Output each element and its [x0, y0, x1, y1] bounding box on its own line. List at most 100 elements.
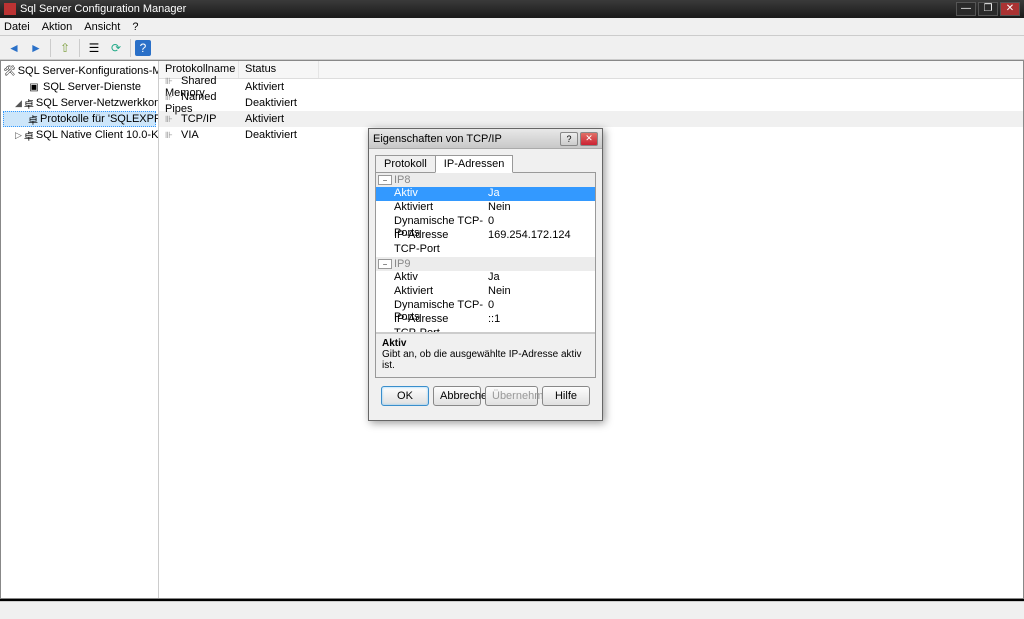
prop-value[interactable]: Ja [486, 271, 595, 285]
prop-value[interactable]: 169.254.172.124 [486, 229, 595, 243]
expand-icon[interactable]: ▷ [15, 130, 22, 141]
prop-value[interactable]: 0 [486, 299, 595, 313]
prop-ip-adresse[interactable]: IP-Adresse::1 [376, 313, 595, 327]
tree-native-label: SQL Native Client 10.0-Konfiguration [36, 129, 159, 141]
desc-title: Aktiv [382, 338, 589, 349]
tree-netconf-label: SQL Server-Netzwerkkonfiguration [36, 97, 159, 109]
prop-key: TCP-Port [376, 243, 486, 257]
protocol-icon: ⊪ [165, 76, 179, 87]
menu-datei[interactable]: Datei [4, 21, 30, 33]
apply-button[interactable]: Übernehmen [485, 386, 538, 406]
prop-value[interactable]: Nein [486, 285, 595, 299]
menubar: Datei Aktion Ansicht ? [0, 18, 1024, 36]
tab-ip-adressen[interactable]: IP-Adressen [435, 155, 514, 173]
tree-netconf[interactable]: ◢卓SQL Server-Netzwerkkonfiguration [3, 95, 156, 111]
group-label: IP8 [394, 174, 411, 186]
tree-protocols-label: Protokolle für 'SQLEXPRESS' [40, 113, 159, 125]
menu-help[interactable]: ? [132, 21, 138, 33]
prop-key: Aktiviert [376, 201, 486, 215]
collapse-icon[interactable]: ◢ [15, 98, 22, 109]
collapse-icon[interactable]: − [378, 259, 392, 269]
prop-key: IP-Adresse [376, 313, 486, 327]
prop-tcp-port[interactable]: TCP-Port [376, 243, 595, 257]
dialog-titlebar[interactable]: Eigenschaften von TCP/IP ? ✕ [369, 129, 602, 149]
tree-panel: 🛠SQL Server-Konfigurations-Manager (Loka… [1, 61, 159, 598]
prop-key: Dynamische TCP-Ports [376, 215, 486, 229]
dialog-buttons: OK Abbrechen Übernehmen Hilfe [375, 378, 596, 414]
prop-value[interactable] [486, 327, 595, 333]
list-header: Protokollname Status [159, 61, 1023, 79]
tree-protocols[interactable]: 卓Protokolle für 'SQLEXPRESS' [3, 111, 156, 127]
prop-value[interactable] [486, 243, 595, 257]
prop-key: Aktiv [376, 187, 486, 201]
cell-status: Deaktiviert [239, 128, 319, 142]
forward-button[interactable]: ► [26, 38, 46, 58]
cell-status: Aktiviert [239, 80, 319, 94]
toolbar-separator [130, 39, 131, 57]
prop-aktiv[interactable]: AktivJa [376, 187, 595, 201]
property-grid[interactable]: −IP8 AktivJa AktiviertNein Dynamische TC… [376, 173, 595, 333]
help-button[interactable]: Hilfe [542, 386, 590, 406]
dialog-close-button[interactable]: ✕ [580, 132, 598, 146]
prop-value[interactable]: Ja [486, 187, 595, 201]
menu-ansicht[interactable]: Ansicht [84, 21, 120, 33]
tree-services-label: SQL Server-Dienste [43, 81, 141, 93]
manager-icon: 🛠 [3, 64, 16, 78]
cell-name: VIA [181, 129, 199, 141]
prop-key: TCP-Port [376, 327, 486, 333]
collapse-icon[interactable]: − [378, 175, 392, 185]
properties-button[interactable]: ☰ [84, 38, 104, 58]
native-client-icon: 卓 [24, 128, 34, 142]
menu-aktion[interactable]: Aktion [42, 21, 73, 33]
prop-tcp-port[interactable]: TCP-Port [376, 327, 595, 333]
close-button[interactable]: ✕ [1000, 2, 1020, 16]
prop-key: IP-Adresse [376, 229, 486, 243]
dialog-title: Eigenschaften von TCP/IP [373, 133, 558, 145]
cell-name: TCP/IP [181, 113, 216, 125]
protocol-icon: ⊪ [165, 130, 179, 141]
protocols-icon: 卓 [28, 112, 38, 126]
group-label: IP9 [394, 258, 411, 270]
group-ip9[interactable]: −IP9 [376, 257, 595, 271]
dialog-help-button[interactable]: ? [560, 132, 578, 146]
prop-key: Aktiviert [376, 285, 486, 299]
desc-text: Gibt an, ob die ausgewählte IP-Adresse a… [382, 349, 589, 371]
prop-aktiv[interactable]: AktivJa [376, 271, 595, 285]
protocol-icon: ⊪ [165, 92, 179, 103]
tab-protokoll[interactable]: Protokoll [375, 155, 436, 173]
up-button[interactable]: ⇧ [55, 38, 75, 58]
tcpip-properties-dialog: Eigenschaften von TCP/IP ? ✕ Protokoll I… [368, 128, 603, 421]
prop-dyn-ports[interactable]: Dynamische TCP-Ports0 [376, 215, 595, 229]
list-row-shared-memory[interactable]: ⊪Shared MemoryAktiviert [159, 79, 1023, 95]
prop-value[interactable]: 0 [486, 215, 595, 229]
statusbar [0, 601, 1024, 619]
prop-ip-adresse[interactable]: IP-Adresse169.254.172.124 [376, 229, 595, 243]
help-button[interactable]: ? [135, 40, 151, 56]
network-icon: 卓 [24, 96, 34, 110]
prop-aktiviert[interactable]: AktiviertNein [376, 285, 595, 299]
tree-native-client[interactable]: ▷卓SQL Native Client 10.0-Konfiguration [3, 127, 156, 143]
ok-button[interactable]: OK [381, 386, 429, 406]
toolbar: ◄ ► ⇧ ☰ ⟳ ? [0, 36, 1024, 60]
minimize-button[interactable]: — [956, 2, 976, 16]
list-row-tcpip[interactable]: ⊪TCP/IPAktiviert [159, 111, 1023, 127]
cell-status: Deaktiviert [239, 96, 319, 110]
group-ip8[interactable]: −IP8 [376, 173, 595, 187]
maximize-button[interactable]: ❐ [978, 2, 998, 16]
col-status[interactable]: Status [239, 61, 319, 78]
tree-services[interactable]: ▣SQL Server-Dienste [3, 79, 156, 95]
back-button[interactable]: ◄ [4, 38, 24, 58]
prop-value[interactable]: Nein [486, 201, 595, 215]
window-title: Sql Server Configuration Manager [20, 3, 956, 15]
prop-key: Aktiv [376, 271, 486, 285]
tree-root[interactable]: 🛠SQL Server-Konfigurations-Manager (Loka… [3, 63, 156, 79]
protocol-icon: ⊪ [165, 114, 179, 125]
app-icon [4, 3, 16, 15]
prop-dyn-ports[interactable]: Dynamische TCP-Ports0 [376, 299, 595, 313]
cancel-button[interactable]: Abbrechen [433, 386, 481, 406]
refresh-button[interactable]: ⟳ [106, 38, 126, 58]
titlebar: Sql Server Configuration Manager — ❐ ✕ [0, 0, 1024, 18]
list-row-named-pipes[interactable]: ⊪Named PipesDeaktiviert [159, 95, 1023, 111]
prop-aktiviert[interactable]: AktiviertNein [376, 201, 595, 215]
prop-value[interactable]: ::1 [486, 313, 595, 327]
